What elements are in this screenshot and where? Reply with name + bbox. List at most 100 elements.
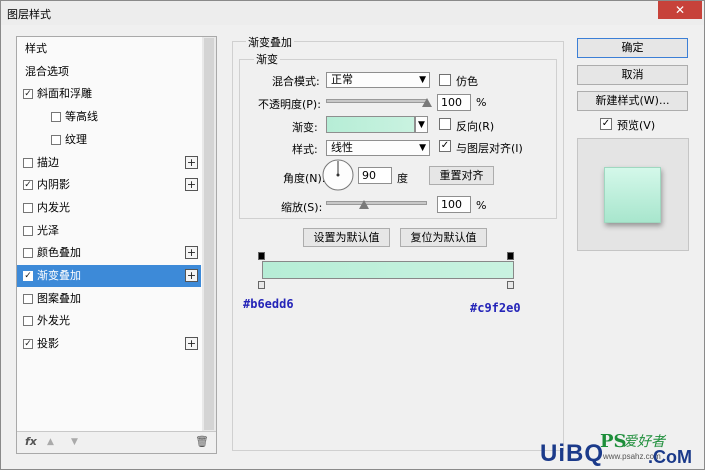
style-select[interactable]: 线性 ▼ (326, 140, 430, 156)
cancel-button[interactable]: 取消 (577, 65, 688, 85)
style-item-1[interactable]: 混合选项 (17, 61, 201, 83)
color-stop-left[interactable] (258, 281, 265, 289)
style-item-checkbox[interactable] (23, 316, 33, 327)
style-item-label: 混合选项 (25, 64, 69, 78)
angle-dial[interactable] (321, 158, 355, 192)
make-default-button[interactable]: 设置为默认值 (303, 228, 390, 247)
move-down-icon[interactable]: ▼ (71, 437, 78, 447)
reset-alignment-button[interactable]: 重置对齐 (429, 166, 494, 185)
style-item-checkbox[interactable] (51, 134, 61, 145)
style-item-checkbox[interactable] (23, 293, 33, 304)
dither-label: 仿色 (456, 75, 478, 88)
blend-mode-label: 混合模式: (272, 75, 320, 88)
opacity-unit: % (476, 96, 487, 109)
fx-icon[interactable]: fx (25, 435, 37, 448)
style-item-checkbox[interactable]: ✓ (23, 89, 33, 100)
color-stop-right[interactable] (507, 281, 514, 289)
style-item-checkbox[interactable] (51, 112, 61, 123)
reverse-checkbox[interactable] (439, 118, 451, 130)
reverse-label: 反向(R) (456, 120, 495, 133)
add-effect-icon[interactable]: + (185, 155, 198, 169)
gradient-picker-swatch[interactable] (326, 116, 415, 133)
dither-checkbox[interactable] (439, 74, 451, 86)
blend-mode-value: 正常 (331, 73, 353, 86)
style-item-2[interactable]: ✓ 斜面和浮雕 (17, 83, 201, 105)
add-effect-icon[interactable]: + (185, 337, 198, 351)
preview-checkbox[interactable]: ✓ (600, 118, 612, 130)
style-item-checkbox[interactable]: ✓ (23, 339, 33, 350)
style-item-label: 等高线 (65, 110, 98, 124)
scale-slider-thumb[interactable] (359, 200, 370, 209)
style-item-9[interactable]: 颜色叠加 + (17, 242, 201, 264)
style-item-3[interactable]: 等高线 (17, 106, 201, 128)
style-item-label: 斜面和浮雕 (37, 87, 92, 101)
opacity-stop-right[interactable] (507, 252, 514, 260)
style-item-13[interactable]: ✓ 投影 + (17, 333, 201, 355)
style-item-11[interactable]: 图案叠加 (17, 288, 201, 310)
reset-default-button[interactable]: 复位为默认值 (400, 228, 487, 247)
trash-icon[interactable]: 🗑 (195, 435, 209, 448)
watermark-uibq: UiBQ (540, 440, 604, 467)
scale-input[interactable]: 100 (437, 196, 471, 213)
style-item-checkbox[interactable]: ✓ (23, 271, 33, 281)
style-item-checkbox[interactable] (23, 225, 33, 236)
style-item-7[interactable]: 内发光 (17, 197, 201, 219)
scrollbar-thumb[interactable] (204, 38, 214, 430)
chevron-down-icon: ▼ (419, 75, 426, 85)
style-item-checkbox[interactable] (23, 157, 33, 168)
style-item-label: 外发光 (37, 314, 70, 328)
style-item-label: 投影 (37, 337, 59, 351)
align-with-layer-label: 与图层对齐(I) (456, 142, 523, 155)
style-preview-swatch (604, 167, 661, 223)
styles-list-footer: fx ▲ ▼ 🗑 (17, 431, 216, 453)
angle-label: 角度(N): (283, 172, 326, 185)
style-item-label: 内发光 (37, 200, 70, 214)
new-style-button[interactable]: 新建样式(W)... (577, 91, 688, 111)
watermark-com: .CoM (648, 447, 692, 467)
subsection-title: 渐变 (254, 51, 280, 67)
style-item-5[interactable]: 描边 + (17, 152, 201, 174)
scale-slider-track[interactable] (326, 201, 427, 205)
style-item-checkbox[interactable]: ✓ (23, 180, 33, 191)
style-value: 线性 (331, 141, 353, 154)
preview-label: 预览(V) (617, 119, 656, 132)
blend-mode-select[interactable]: 正常 ▼ (326, 72, 430, 88)
end-color-label: #c9f2e0 (470, 301, 521, 315)
section-title: 渐变叠加 (246, 34, 294, 50)
style-item-checkbox[interactable] (23, 202, 33, 213)
style-item-label: 样式 (25, 42, 47, 55)
style-item-label: 图案叠加 (37, 291, 81, 305)
style-item-4[interactable]: 纹理 (17, 129, 201, 151)
start-color-label: #b6edd6 (243, 297, 294, 311)
style-item-8[interactable]: 光泽 (17, 220, 201, 242)
style-item-checkbox[interactable] (23, 248, 33, 259)
style-item-label: 纹理 (65, 132, 87, 146)
style-item-label: 光泽 (37, 223, 59, 237)
angle-input[interactable]: 90 (358, 167, 392, 184)
chevron-down-icon: ▼ (418, 120, 425, 130)
add-effect-icon[interactable]: + (185, 178, 198, 192)
style-item-6[interactable]: ✓ 内阴影 + (17, 174, 201, 196)
gradient-bar[interactable] (262, 261, 514, 279)
move-up-icon[interactable]: ▲ (47, 437, 54, 447)
align-with-layer-checkbox[interactable]: ✓ (439, 140, 451, 152)
style-item-label: 内阴影 (37, 178, 70, 192)
gradient-label: 渐变: (292, 121, 318, 134)
gradient-picker-dropdown[interactable]: ▼ (415, 116, 428, 133)
add-effect-icon[interactable]: + (185, 246, 198, 260)
style-item-0[interactable]: 样式 (17, 38, 201, 60)
style-item-label: 颜色叠加 (37, 246, 81, 260)
scale-label: 缩放(S): (281, 201, 323, 214)
window-title: 图层样式 (7, 8, 51, 21)
opacity-slider-thumb[interactable] (422, 98, 432, 107)
close-button[interactable]: ✕ (658, 1, 702, 19)
opacity-stop-left[interactable] (258, 252, 265, 260)
chevron-down-icon: ▼ (419, 143, 426, 153)
style-label: 样式: (292, 143, 318, 156)
style-item-10[interactable]: ✓ 渐变叠加 + (17, 265, 201, 287)
opacity-input[interactable]: 100 (437, 94, 471, 111)
style-item-12[interactable]: 外发光 (17, 310, 201, 332)
ok-button[interactable]: 确定 (577, 38, 688, 58)
opacity-slider-track[interactable] (326, 99, 427, 103)
add-effect-icon[interactable]: + (185, 269, 198, 282)
